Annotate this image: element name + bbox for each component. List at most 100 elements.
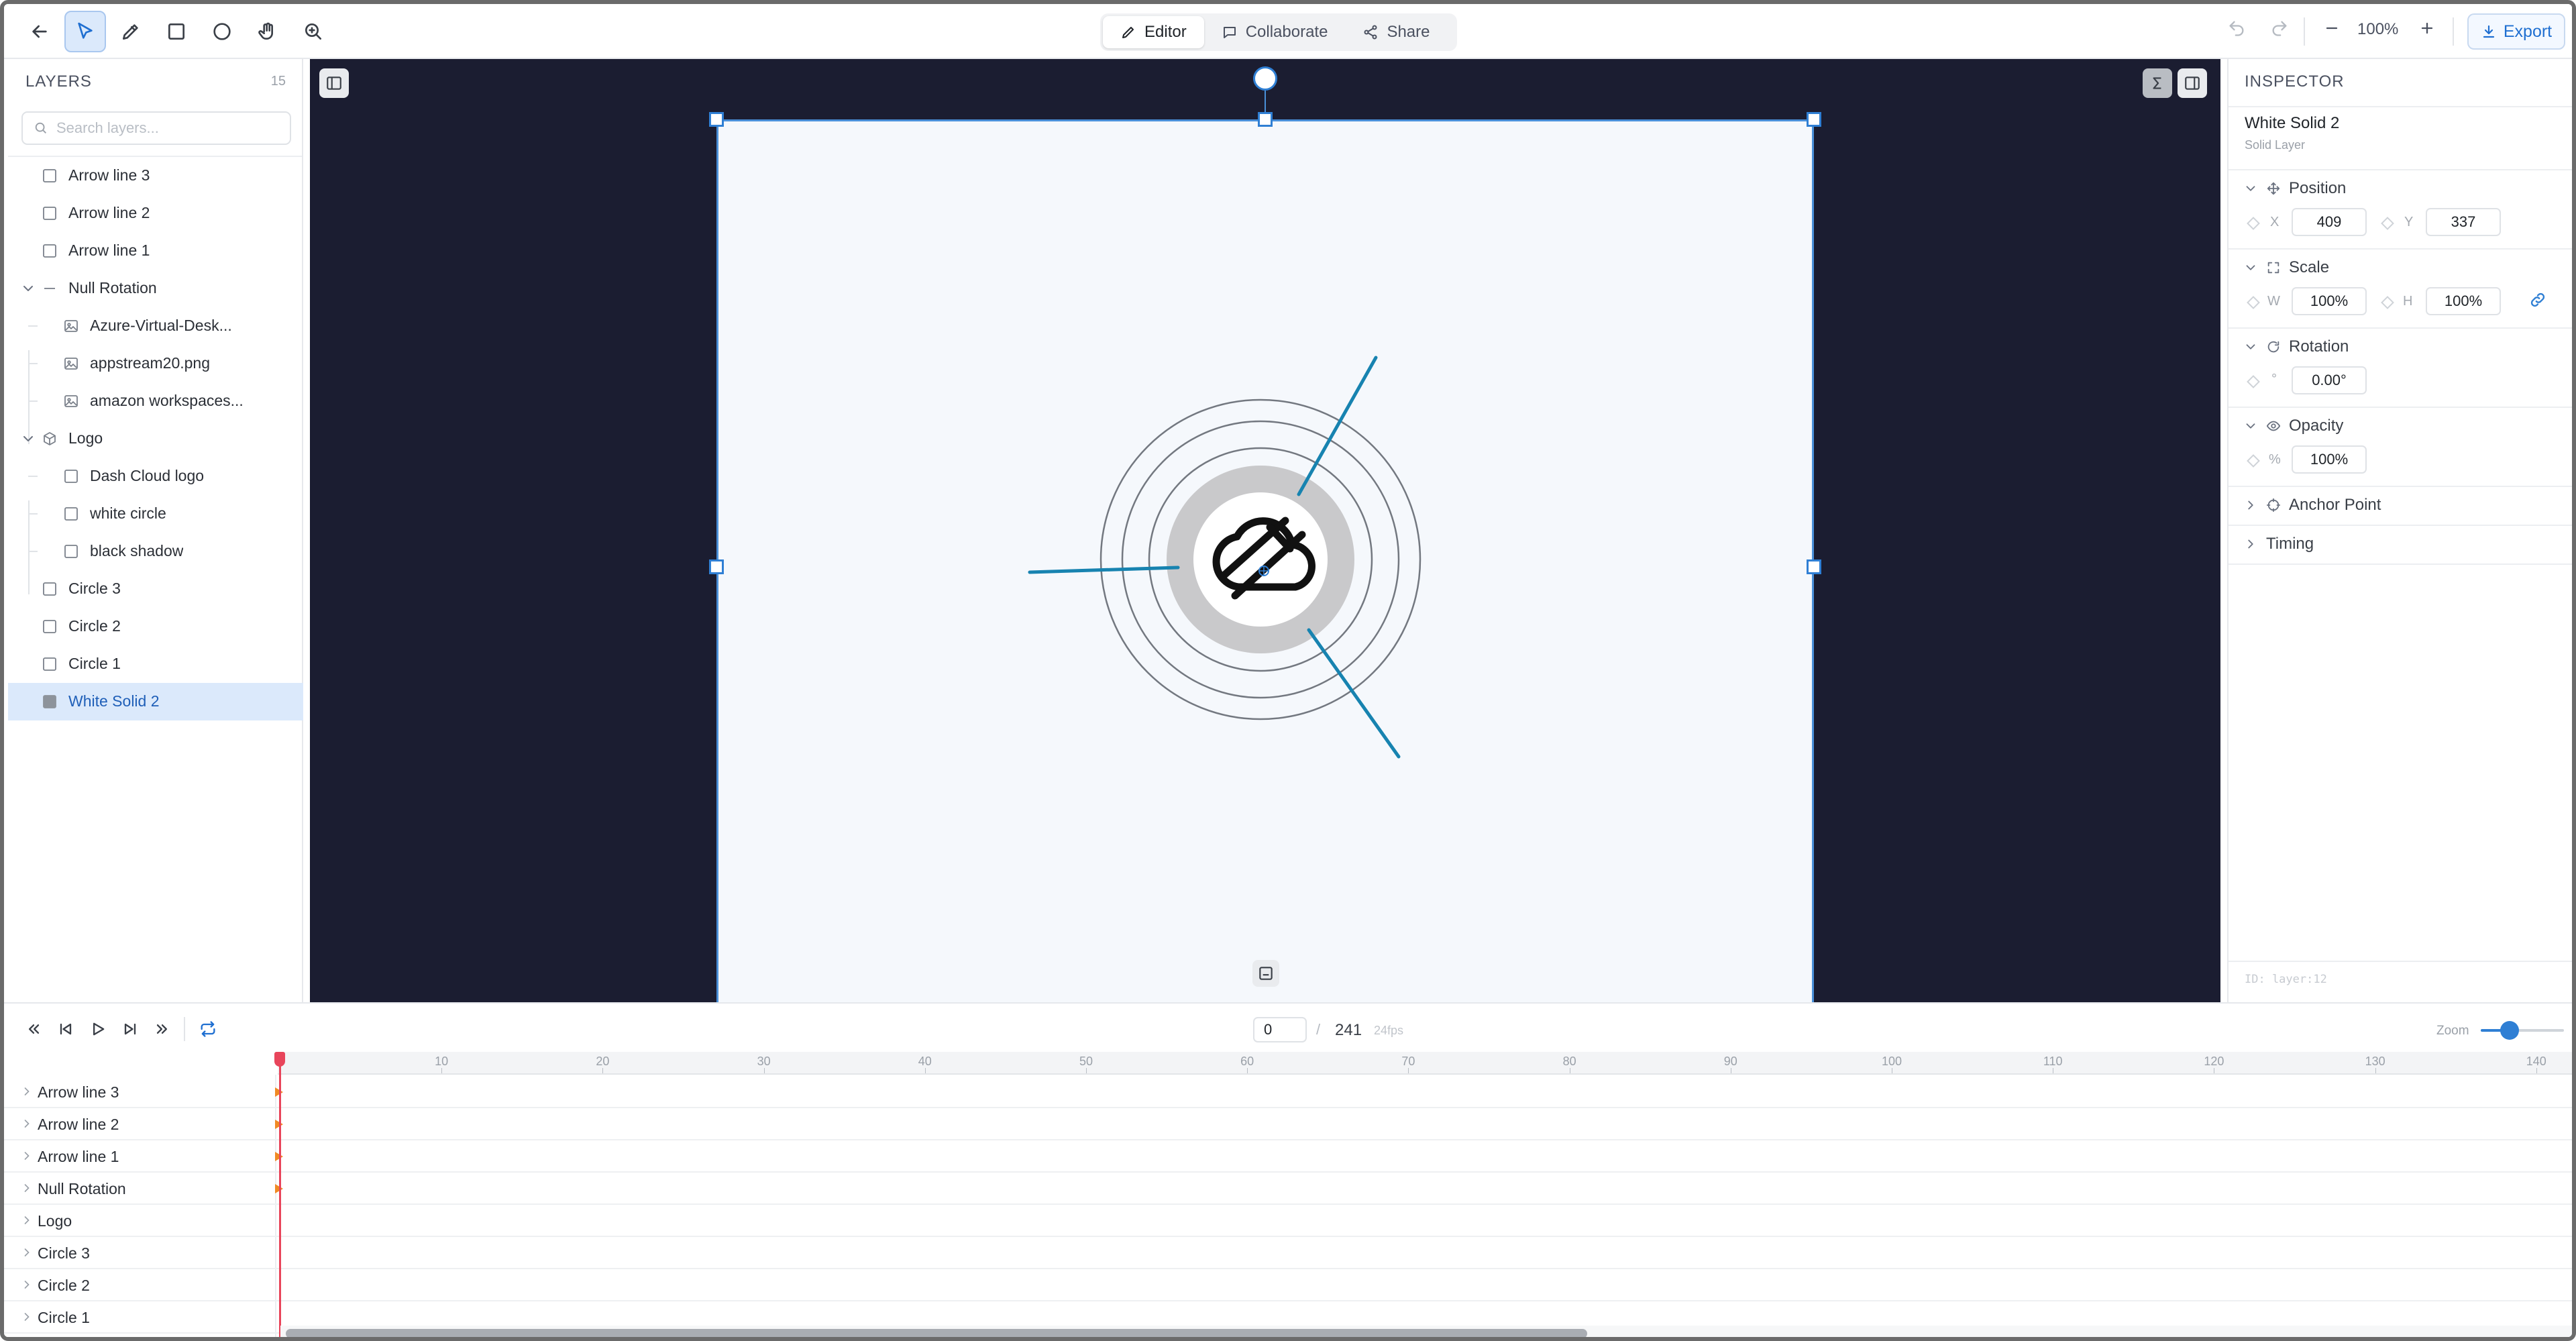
tab-collaborate[interactable]: Collaborate xyxy=(1204,16,1346,48)
formula-button[interactable] xyxy=(2143,68,2172,98)
tab-editor[interactable]: Editor xyxy=(1103,16,1204,48)
layer-item-white-circle[interactable]: white circle xyxy=(8,495,303,533)
timeline-track-row[interactable]: Arrow line 2 xyxy=(4,1108,2572,1140)
chevron-right-icon[interactable] xyxy=(20,1310,34,1327)
artboard[interactable] xyxy=(716,119,1814,1002)
time-ruler[interactable]: 10 20 30 40 50 60 70 80 90 100 110 120 130 140 xyxy=(278,1052,2572,1075)
canvas-area[interactable] xyxy=(310,59,2220,1002)
chevron-right-icon[interactable] xyxy=(20,1085,34,1102)
playhead-handle[interactable] xyxy=(274,1052,285,1067)
playhead[interactable] xyxy=(279,1053,281,1337)
resize-handle-top-right[interactable] xyxy=(1807,112,1821,127)
timeline-zoom-label: Zoom xyxy=(2436,1024,2469,1038)
arrow-line-2[interactable] xyxy=(1297,356,1378,496)
previous-frame-button[interactable] xyxy=(55,1018,76,1040)
layer-item-arrow-line-3[interactable]: Arrow line 3 xyxy=(8,157,303,195)
pen-tool-button[interactable] xyxy=(110,11,152,52)
keyframe-toggle[interactable] xyxy=(2247,375,2260,388)
search-input[interactable] xyxy=(56,119,271,137)
resize-handle-left[interactable] xyxy=(709,559,724,574)
keyframe-toggle[interactable] xyxy=(2247,454,2260,468)
layer-item-dash-cloud-logo[interactable]: Dash Cloud logo xyxy=(8,458,303,495)
scale-section-header[interactable]: Scale xyxy=(2243,256,2329,279)
anchor-point-section-header[interactable]: Anchor Point xyxy=(2243,494,2381,517)
opacity-label: Opacity xyxy=(2289,417,2344,435)
chevron-right-icon[interactable] xyxy=(20,1117,34,1134)
rotation-field[interactable]: 0.00° xyxy=(2292,366,2367,394)
keyframe-toggle[interactable] xyxy=(2381,217,2394,230)
back-button[interactable] xyxy=(19,11,60,52)
timeline-track-row[interactable]: Logo xyxy=(4,1205,2572,1237)
rotation-section-header[interactable]: Rotation xyxy=(2243,335,2349,358)
timeline-track-row[interactable]: Null Rotation xyxy=(4,1173,2572,1205)
layer-item-null-rotation[interactable]: Null Rotation xyxy=(8,270,303,307)
timeline-track-row[interactable]: Arrow line 3 xyxy=(4,1076,2572,1108)
opacity-section-header[interactable]: Opacity xyxy=(2243,415,2343,437)
chevron-right-icon[interactable] xyxy=(20,1246,34,1263)
zoom-slider-thumb[interactable] xyxy=(2500,1021,2520,1040)
timeline-zoom-slider[interactable] xyxy=(2481,1021,2564,1040)
arrow-line-3[interactable] xyxy=(1307,628,1401,759)
tab-share[interactable]: Share xyxy=(1345,16,1447,48)
redo-button[interactable] xyxy=(2270,19,2289,42)
frame-rate: 24fps xyxy=(1374,1024,1404,1037)
layer-item-appstream[interactable]: appstream20.png xyxy=(8,345,303,382)
layer-item-amazon-workspaces[interactable]: amazon workspaces... xyxy=(8,382,303,420)
rewind-button[interactable] xyxy=(23,1018,44,1040)
layer-item-white-solid-2[interactable]: White Solid 2 xyxy=(8,683,303,720)
layer-item-arrow-line-2[interactable]: Arrow line 2 xyxy=(8,195,303,232)
resize-handle-top-left[interactable] xyxy=(709,112,724,127)
arrow-line-1[interactable] xyxy=(1028,566,1180,574)
ellipse-tool-button[interactable] xyxy=(201,11,243,52)
current-frame-input[interactable]: 0 xyxy=(1253,1017,1307,1042)
zoom-in-button[interactable] xyxy=(2418,19,2436,42)
chevron-right-icon[interactable] xyxy=(20,1149,34,1166)
chevron-right-icon[interactable] xyxy=(20,1181,34,1198)
next-frame-button[interactable] xyxy=(119,1018,141,1040)
opacity-field[interactable]: 100% xyxy=(2292,445,2367,474)
timeline-scrollbar[interactable] xyxy=(280,1326,2572,1337)
resize-handle-top[interactable] xyxy=(1258,112,1273,127)
rotation-handle[interactable] xyxy=(1253,66,1277,91)
toggle-layers-panel-button[interactable] xyxy=(319,68,349,98)
resize-handle-right[interactable] xyxy=(1807,559,1821,574)
chevron-right-icon[interactable] xyxy=(20,1278,34,1295)
layer-item-circle-1[interactable]: Circle 1 xyxy=(8,645,303,683)
zoom-tool-button[interactable] xyxy=(292,11,334,52)
scale-h-field[interactable]: 100% xyxy=(2426,287,2501,315)
layer-item-arrow-line-1[interactable]: Arrow line 1 xyxy=(8,232,303,270)
undo-button[interactable] xyxy=(2227,19,2246,42)
keyframe-toggle[interactable] xyxy=(2247,217,2260,230)
position-x-field[interactable]: 409 xyxy=(2292,208,2367,236)
export-button[interactable]: Export xyxy=(2467,13,2565,50)
layer-item-logo[interactable]: Logo xyxy=(8,420,303,458)
fit-view-button[interactable] xyxy=(1252,960,1279,987)
timeline-scrollbar-thumb[interactable] xyxy=(286,1329,1587,1337)
select-tool-button[interactable] xyxy=(64,11,106,52)
layer-item-azure[interactable]: Azure-Virtual-Desk... xyxy=(8,307,303,345)
constrain-proportions-button[interactable] xyxy=(2529,291,2546,312)
fast-forward-button[interactable] xyxy=(152,1018,173,1040)
layer-label: Arrow line 1 xyxy=(68,242,150,259)
chevron-down-icon[interactable] xyxy=(20,280,36,297)
rectangle-tool-button[interactable] xyxy=(156,11,197,52)
layer-item-circle-2[interactable]: Circle 2 xyxy=(8,608,303,645)
position-y-field[interactable]: 337 xyxy=(2426,208,2501,236)
chevron-down-icon[interactable] xyxy=(20,431,36,447)
keyframe-toggle[interactable] xyxy=(2381,296,2394,309)
timing-section-header[interactable]: Timing xyxy=(2243,533,2314,555)
layer-item-circle-3[interactable]: Circle 3 xyxy=(8,570,303,608)
timeline-track-row[interactable]: Circle 3 xyxy=(4,1237,2572,1269)
timeline-track-row[interactable]: Arrow line 1 xyxy=(4,1140,2572,1173)
scale-w-field[interactable]: 100% xyxy=(2292,287,2367,315)
hand-tool-button[interactable] xyxy=(247,11,288,52)
timeline-track-row[interactable]: Circle 2 xyxy=(4,1269,2572,1301)
keyframe-toggle[interactable] xyxy=(2247,296,2260,309)
play-button[interactable] xyxy=(87,1018,109,1040)
zoom-out-button[interactable] xyxy=(2322,19,2341,42)
loop-button[interactable] xyxy=(197,1018,219,1040)
toggle-inspector-button[interactable] xyxy=(2178,68,2207,98)
position-section-header[interactable]: Position xyxy=(2243,177,2346,200)
chevron-right-icon[interactable] xyxy=(20,1214,34,1230)
layer-item-black-shadow[interactable]: black shadow xyxy=(8,533,303,570)
